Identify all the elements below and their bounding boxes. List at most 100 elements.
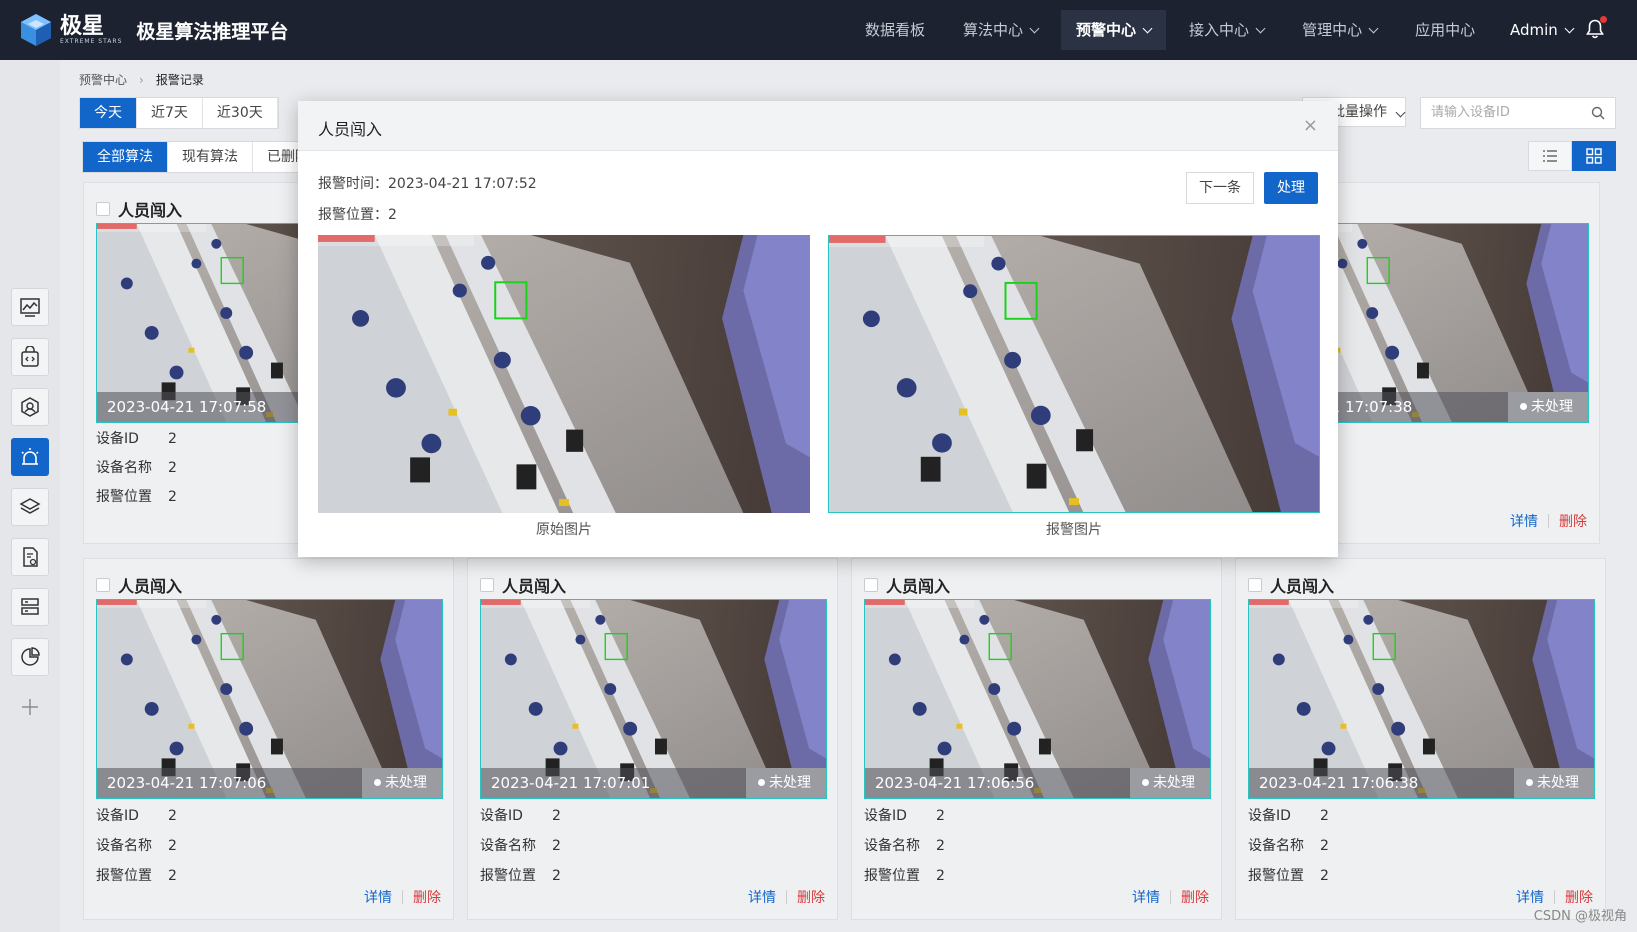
device-name-row: 设备名称 2 xyxy=(96,838,177,854)
alarm-thumbnail[interactable]: 2023-04-21 17:07:06 未处理 xyxy=(96,599,443,799)
divider xyxy=(1170,890,1171,904)
package-icon xyxy=(21,346,39,367)
detail-link[interactable]: 详情 xyxy=(1516,887,1544,907)
alarm-position-line: 报警位置：2 xyxy=(318,207,397,223)
next-button[interactable]: 下一条 xyxy=(1186,172,1254,204)
sidebar-alert-button[interactable] xyxy=(11,438,49,476)
status-badge: 未处理 xyxy=(1130,768,1210,798)
tab-all-algorithms[interactable]: 全部算法 xyxy=(83,142,168,172)
chevron-right-icon: › xyxy=(139,72,144,87)
nav-item-algorithm[interactable]: 算法中心 xyxy=(948,10,1053,50)
device-id-row: 设备ID 2 xyxy=(96,808,177,824)
chevron-down-icon xyxy=(1255,23,1266,33)
handle-button[interactable]: 处理 xyxy=(1264,172,1318,204)
device-id-row: 设备ID 2 xyxy=(96,431,177,447)
detail-link[interactable]: 详情 xyxy=(1132,887,1160,907)
status-badge: 未处理 xyxy=(1514,768,1594,798)
nav-item-alert[interactable]: 预警中心 xyxy=(1061,10,1167,50)
cube-logo-icon xyxy=(21,14,51,46)
detail-link[interactable]: 详情 xyxy=(364,887,392,907)
original-image[interactable] xyxy=(318,235,810,513)
nav-item-access[interactable]: 接入中心 xyxy=(1174,10,1279,50)
breadcrumb-current: 报警记录 xyxy=(155,73,204,87)
top-bar: 极星 EXTREME STARS 极星算法推理平台 数据看板 算法中心 预警中心… xyxy=(0,0,1637,60)
tab-today[interactable]: 今天 xyxy=(80,98,137,128)
hexagon-shield-icon xyxy=(21,397,39,417)
card-title: 人员闯入 xyxy=(886,577,951,596)
card-checkbox[interactable] xyxy=(96,202,110,216)
detail-link[interactable]: 详情 xyxy=(1510,511,1538,531)
delete-link[interactable]: 删除 xyxy=(1181,887,1209,907)
alarm-time: 2023-04-21 17:06:56 xyxy=(875,774,1035,792)
pie-chart-icon xyxy=(21,647,40,666)
alarm-position-row: 报警位置 2 xyxy=(1248,868,1329,884)
notification-dot xyxy=(1600,16,1607,23)
sidebar-log-button[interactable] xyxy=(11,538,49,576)
sidebar-model-button[interactable] xyxy=(11,388,49,426)
nav-item-manage[interactable]: 管理中心 xyxy=(1287,10,1392,50)
close-icon[interactable]: × xyxy=(1303,115,1318,136)
card-actions: 详情 删除 xyxy=(364,887,441,907)
breadcrumb: 预警中心 › 报警记录 xyxy=(79,71,204,88)
chevron-down-icon xyxy=(1368,23,1379,33)
alarm-thumbnail[interactable]: 2023-04-21 17:07:01 未处理 xyxy=(480,599,827,799)
breadcrumb-parent[interactable]: 预警中心 xyxy=(79,71,127,88)
server-icon xyxy=(21,598,39,615)
grid-icon xyxy=(1586,148,1602,164)
user-menu[interactable]: Admin xyxy=(1510,0,1575,60)
nav-item-dashboard[interactable]: 数据看板 xyxy=(850,10,940,50)
card-checkbox[interactable] xyxy=(864,578,878,592)
status-badge: 未处理 xyxy=(746,768,826,798)
alarm-thumbnail[interactable]: 2023-04-21 17:06:56 未处理 xyxy=(864,599,1211,799)
delete-link[interactable]: 删除 xyxy=(1565,887,1593,907)
card-checkbox[interactable] xyxy=(1248,578,1262,592)
delete-link[interactable]: 删除 xyxy=(1559,511,1587,531)
alarm-time-line: 报警时间：2023-04-21 17:07:52 xyxy=(318,176,537,192)
delete-link[interactable]: 删除 xyxy=(797,887,825,907)
sidebar-algorithm-button[interactable] xyxy=(11,338,49,376)
grid-view-toggle[interactable] xyxy=(1572,141,1616,171)
modal-title: 人员闯入 xyxy=(318,120,383,139)
delete-link[interactable]: 删除 xyxy=(413,887,441,907)
alarm-image[interactable] xyxy=(828,235,1320,513)
device-name-row: 设备名称 2 xyxy=(864,838,945,854)
chevron-down-icon xyxy=(1564,23,1575,33)
search-icon[interactable] xyxy=(1591,106,1605,120)
tab-30-days[interactable]: 近30天 xyxy=(203,98,278,128)
alarm-time: 2023-04-21 17:07:58 xyxy=(107,398,267,416)
divider xyxy=(1548,514,1549,528)
card-checkbox[interactable] xyxy=(96,578,110,592)
sidebar-dashboard-button[interactable] xyxy=(11,288,49,326)
divider xyxy=(1554,890,1555,904)
device-id-row: 设备ID 2 xyxy=(1248,808,1329,824)
alarm-card: 人员闯入 2023-04-21 17:06:56 未处理 设备ID 2 设备名称 2 … xyxy=(851,558,1222,920)
chevron-down-icon xyxy=(1029,23,1040,33)
detail-link[interactable]: 详情 xyxy=(748,887,776,907)
alarm-card: 人员闯入 2023-04-21 17:07:01 未处理 设备ID 2 设备名称 2 … xyxy=(467,558,838,920)
alarm-position-value: 2 xyxy=(388,207,397,223)
chart-board-icon xyxy=(20,298,40,317)
brand-logo[interactable]: 极星 EXTREME STARS 极星算法推理平台 xyxy=(18,12,288,48)
search-input[interactable]: 请输入设备ID xyxy=(1420,97,1616,129)
sidebar-stats-button[interactable] xyxy=(11,638,49,676)
sidebar-server-button[interactable] xyxy=(11,588,49,626)
tab-7-days[interactable]: 近7天 xyxy=(137,98,203,128)
nav-item-apps[interactable]: 应用中心 xyxy=(1400,10,1490,50)
list-view-toggle[interactable] xyxy=(1528,141,1572,171)
tab-current-algorithms[interactable]: 现有算法 xyxy=(168,142,253,172)
card-checkbox[interactable] xyxy=(480,578,494,592)
alarm-thumbnail[interactable]: 2023-04-21 17:06:38 未处理 xyxy=(1248,599,1595,799)
time-stamp-bar: 2023-04-21 17:07:01 未处理 xyxy=(481,768,826,798)
modal-header: 人员闯入 × xyxy=(298,101,1338,151)
device-id-row: 设备ID 2 xyxy=(480,808,561,824)
sidebar-layers-button[interactable] xyxy=(11,488,49,526)
alarm-position-row: 报警位置 2 xyxy=(96,489,177,505)
time-stamp-bar: 2023-04-21 17:06:38 未处理 xyxy=(1249,768,1594,798)
card-title: 人员闯入 xyxy=(1270,577,1335,596)
divider xyxy=(402,890,403,904)
main-nav: 数据看板 算法中心 预警中心 接入中心 管理中心 应用中心 xyxy=(850,0,1498,60)
sidebar-add-button[interactable] xyxy=(11,688,49,726)
alarm-position-row: 报警位置 2 xyxy=(864,868,945,884)
brand-name: 极星 xyxy=(60,13,105,39)
camera-image xyxy=(829,236,1319,512)
